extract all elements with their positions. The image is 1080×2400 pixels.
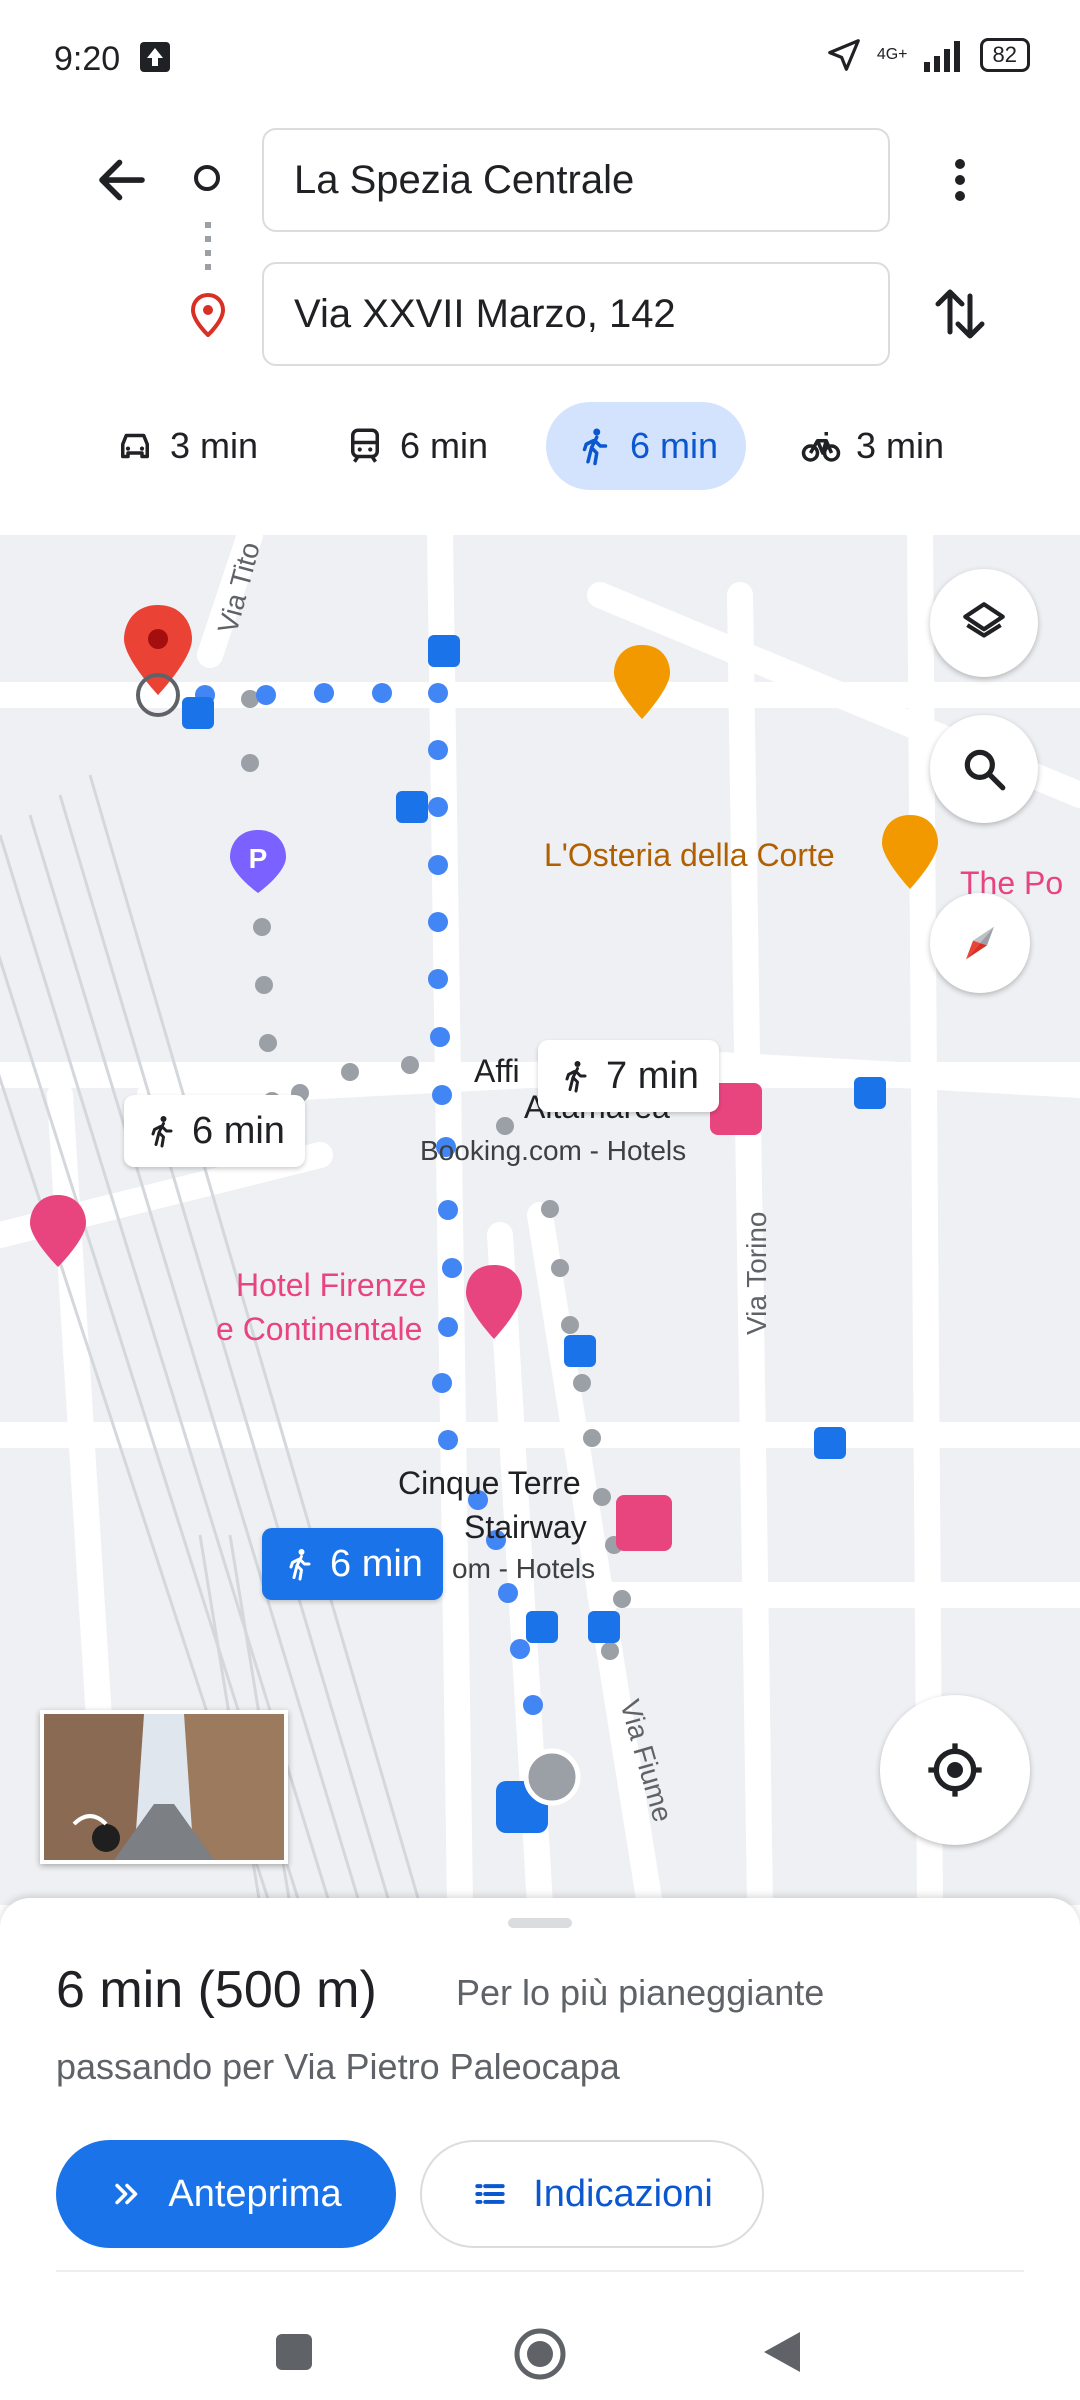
swap-icon[interactable]: [930, 282, 990, 346]
mode-car-tab[interactable]: 3 min: [114, 402, 258, 490]
route-chip-main[interactable]: 6 min: [262, 1528, 443, 1600]
origin-marker-icon: [523, 1748, 581, 1806]
place-label-hotel-firenze-1[interactable]: Hotel Firenze: [236, 1267, 426, 1304]
double-chevron-icon: [115, 2183, 138, 2205]
mode-bike-tab[interactable]: 3 min: [800, 402, 944, 490]
street-view-image: [44, 1714, 284, 1860]
mode-walk-tab[interactable]: 6 min: [546, 402, 747, 490]
origin-circle-icon: [194, 165, 220, 191]
bike-icon: [801, 432, 841, 462]
route-chip-main-label: 6 min: [330, 1542, 423, 1585]
more-options-icon[interactable]: [940, 150, 980, 210]
compass-button[interactable]: [930, 893, 1030, 993]
signal-icon: [923, 41, 960, 72]
upload-icon: [140, 42, 170, 72]
svg-text:P: P: [249, 843, 268, 874]
train-icon: [351, 428, 379, 463]
walk-icon: [582, 428, 608, 466]
route-terrain-description: Per lo più pianeggiante: [456, 1972, 825, 2013]
layers-icon: [963, 602, 1005, 638]
place-label-booking-2: om - Hotels: [452, 1553, 596, 1584]
walk-icon: [289, 1549, 311, 1581]
layers-button[interactable]: [930, 569, 1038, 677]
status-time: 9:20: [54, 40, 121, 78]
mode-bike-label: 3 min: [856, 425, 945, 466]
map-view[interactable]: Via Tito Via Torino Via Fiume P L'Osteri…: [0, 535, 1080, 1905]
compass-icon: [966, 926, 994, 960]
preview-button-label: Anteprima: [168, 2172, 342, 2215]
back-triangle-icon[interactable]: [760, 2328, 804, 2376]
status-right: 4G+ 82: [825, 36, 1030, 74]
search-along-route-button[interactable]: [930, 715, 1038, 823]
route-chip-alt-2[interactable]: 7 min: [538, 1040, 719, 1112]
location-arrow-icon: [827, 39, 860, 71]
place-label-cinque-terre-1[interactable]: Cinque Terre: [398, 1465, 581, 1502]
parking-icon: P: [230, 830, 286, 893]
recents-square-icon[interactable]: [272, 2330, 316, 2374]
mode-walk-label: 6 min: [630, 425, 719, 466]
car-icon: [121, 433, 149, 459]
route-connector: [205, 222, 211, 270]
walk-icon: [565, 1061, 587, 1093]
route-chip-alt-2-label: 7 min: [606, 1054, 699, 1097]
directions-button[interactable]: Indicazioni: [420, 2140, 764, 2248]
sheet-divider: [56, 2270, 1024, 2272]
place-label-cinque-terre-2[interactable]: Stairway: [464, 1509, 587, 1546]
list-icon: [475, 2184, 505, 2204]
crosshair-icon: [928, 1743, 982, 1797]
place-label-osteria[interactable]: L'Osteria della Corte: [544, 837, 835, 874]
my-location-button[interactable]: [880, 1695, 1030, 1845]
system-navigation-bar: [0, 2300, 1080, 2400]
street-label-via-torino: Via Torino: [741, 1212, 772, 1336]
network-label: 4G+: [876, 46, 908, 63]
route-duration-distance: 6 min (500 m): [56, 1961, 377, 2019]
mode-transit-label: 6 min: [400, 425, 489, 466]
sheet-drag-handle[interactable]: [508, 1918, 572, 1928]
mode-transit-tab[interactable]: 6 min: [344, 402, 488, 490]
place-label-affi[interactable]: Affi: [474, 1053, 520, 1090]
back-arrow-icon[interactable]: [92, 150, 152, 210]
destination-input[interactable]: Via XXVII Marzo, 142: [262, 262, 890, 366]
place-label-hotel-firenze-2[interactable]: e Continentale: [216, 1311, 422, 1348]
route-via: passando per Via Pietro Paleocapa: [56, 2046, 620, 2087]
street-view-thumbnail[interactable]: [40, 1710, 288, 1864]
battery-level: 82: [979, 38, 1030, 72]
map-canvas[interactable]: Via Tito Via Torino Via Fiume P: [0, 535, 1080, 1905]
walk-icon: [151, 1116, 173, 1148]
mode-car-label: 3 min: [170, 425, 259, 466]
search-icon: [964, 749, 1006, 791]
status-bar: 9:20 4G+ 82: [0, 0, 1080, 120]
home-circle-icon[interactable]: [512, 2326, 568, 2382]
preview-button[interactable]: Anteprima: [56, 2140, 396, 2248]
place-label-booking: Booking.com - Hotels: [420, 1135, 687, 1166]
route-chip-alt-1-label: 6 min: [192, 1109, 285, 1152]
directions-button-label: Indicazioni: [533, 2172, 713, 2215]
origin-input[interactable]: La Spezia Centrale: [262, 128, 890, 232]
route-chip-alt-1[interactable]: 6 min: [124, 1095, 305, 1167]
destination-pin-icon: [190, 293, 226, 337]
